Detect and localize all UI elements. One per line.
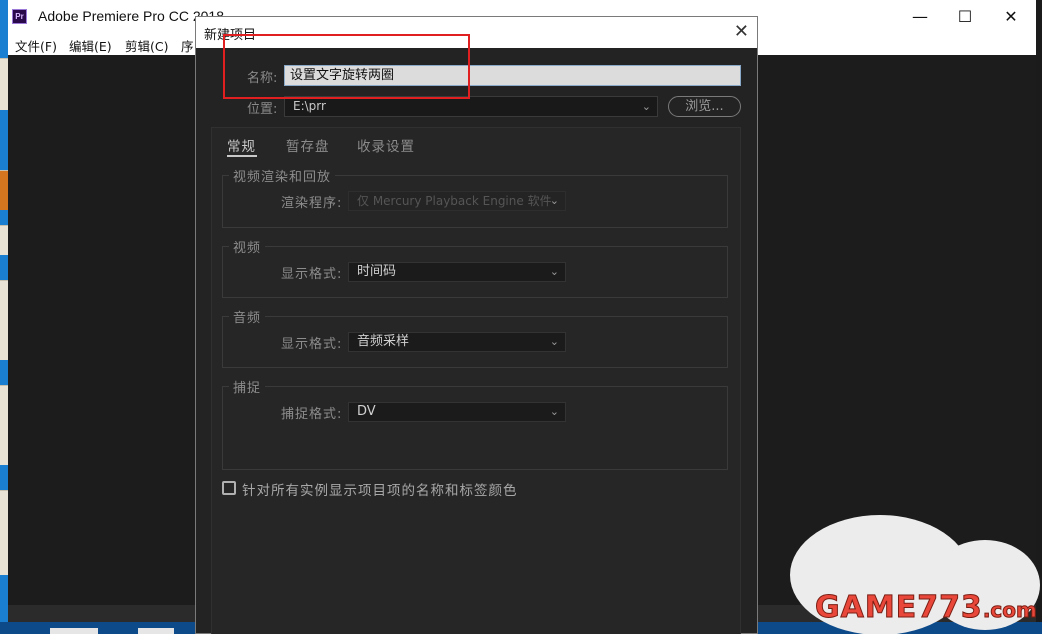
maximize-icon[interactable]: ☐ (954, 6, 976, 28)
audio-format-label: 显示格式: (281, 337, 343, 352)
capture-format-select[interactable]: DV ⌄ (348, 402, 566, 422)
dialog-titlebar[interactable]: 新建项目 ✕ (196, 17, 757, 48)
location-value: E:\prr (293, 99, 326, 113)
show-label-color-label[interactable]: 针对所有实例显示项目项的名称和标签颜色 (242, 479, 518, 499)
group-render-title: 视频渲染和回放 (233, 170, 332, 185)
dialog-close-icon[interactable]: ✕ (734, 20, 749, 44)
video-format-label: 显示格式: (281, 267, 343, 282)
dialog-title: 新建项目 (204, 28, 257, 43)
renderer-label: 渲染程序: (281, 196, 343, 211)
browse-button[interactable]: 浏览... (668, 96, 741, 117)
name-label: 名称: (247, 71, 278, 86)
chevron-down-icon: ⌄ (549, 194, 559, 207)
watermark-logo: GAME773.com (815, 590, 1038, 626)
chevron-down-icon: ⌄ (549, 265, 559, 278)
group-capture: 捕捉 捕捉格式: DV ⌄ (222, 381, 728, 470)
group-audio-title: 音频 (233, 311, 262, 326)
capture-format-label: 捕捉格式: (281, 407, 343, 422)
location-select[interactable]: E:\prr ⌄ (284, 96, 658, 117)
group-video-title: 视频 (233, 241, 262, 256)
desktop-icon[interactable] (0, 490, 8, 575)
group-capture-title: 捕捉 (233, 381, 262, 396)
desktop-icon[interactable] (0, 385, 8, 465)
renderer-select: 仅 Mercury Playback Engine 软件 ⌄ (348, 191, 566, 211)
location-label: 位置: (247, 102, 278, 117)
tab-scratch-disks[interactable]: 暂存盘 (286, 135, 330, 155)
minimize-icon[interactable]: — (909, 6, 931, 28)
chevron-down-icon: ⌄ (641, 100, 651, 113)
taskbar-item[interactable] (50, 628, 98, 634)
desktop-icon[interactable] (0, 58, 8, 110)
settings-panel: 常规 暂存盘 收录设置 视频渲染和回放 渲染程序: 仅 Mercury Play… (211, 127, 741, 634)
desktop-icon[interactable] (0, 170, 8, 210)
chevron-down-icon: ⌄ (549, 405, 559, 418)
tab-general[interactable]: 常规 (227, 135, 256, 155)
show-label-color-checkbox[interactable] (222, 481, 236, 495)
tab-ingest-settings[interactable]: 收录设置 (357, 135, 415, 155)
menu-edit[interactable]: 编辑(E) (69, 36, 112, 55)
video-format-select[interactable]: 时间码 ⌄ (348, 262, 566, 282)
close-icon[interactable]: ✕ (1000, 6, 1022, 28)
taskbar-item[interactable] (138, 628, 174, 634)
desktop-icon[interactable] (0, 225, 8, 255)
group-render: 视频渲染和回放 渲染程序: 仅 Mercury Playback Engine … (222, 170, 728, 228)
premiere-logo-icon: Pr (12, 9, 27, 24)
project-name-input[interactable]: 设置文字旋转两圈 (284, 65, 741, 86)
group-audio: 音频 显示格式: 音频采样 ⌄ (222, 311, 728, 368)
menu-sequence[interactable]: 序 (181, 36, 194, 55)
desktop-icon[interactable] (0, 280, 8, 360)
active-tab-indicator (227, 155, 257, 157)
new-project-dialog: 新建项目 ✕ 名称: 设置文字旋转两圈 位置: E:\prr ⌄ 浏览... 常… (195, 16, 758, 634)
menu-clip[interactable]: 剪辑(C) (125, 36, 168, 55)
chevron-down-icon: ⌄ (549, 335, 559, 348)
menu-file[interactable]: 文件(F) (15, 36, 57, 55)
group-video: 视频 显示格式: 时间码 ⌄ (222, 241, 728, 298)
desktop-edge (0, 0, 8, 634)
audio-format-select[interactable]: 音频采样 ⌄ (348, 332, 566, 352)
